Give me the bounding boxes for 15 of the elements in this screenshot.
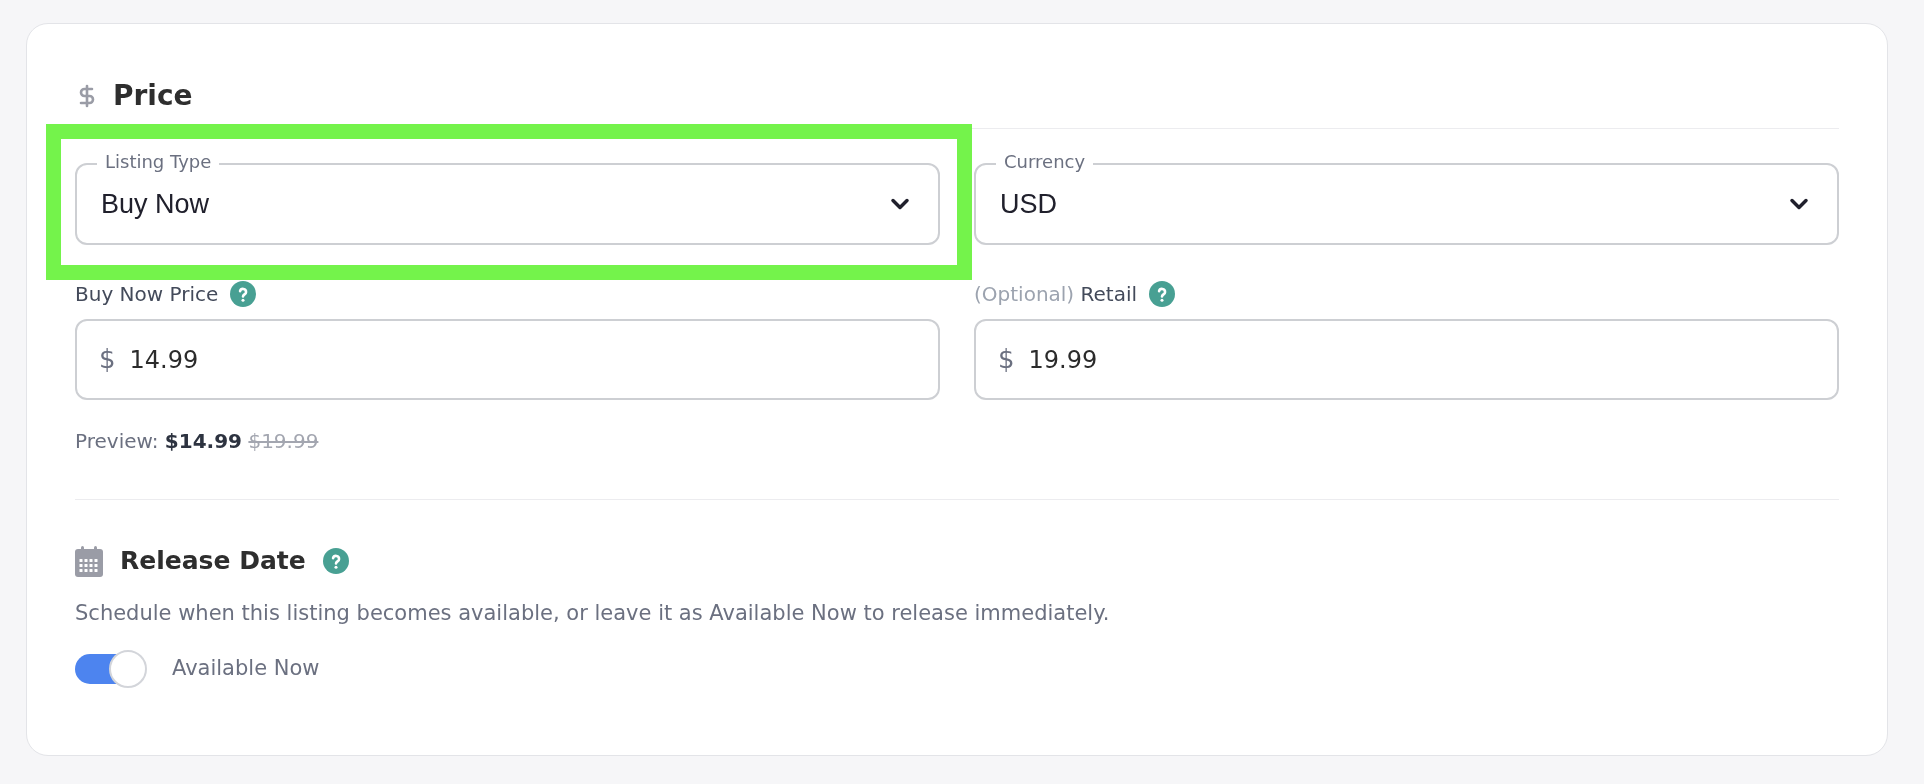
price-preview: Preview: $14.99 $19.99 xyxy=(75,429,319,453)
price-input[interactable]: $ 19.99 xyxy=(974,319,1839,400)
price-input[interactable]: $ 14.99 xyxy=(75,319,940,400)
help-icon[interactable] xyxy=(1149,281,1176,307)
toggle-label: Available Now xyxy=(172,655,320,683)
field-label: Listing Type xyxy=(97,151,220,173)
field-label: (Optional) Retail xyxy=(974,283,1138,305)
section-title: Price xyxy=(113,79,193,113)
field-label: Buy Now Price xyxy=(75,283,219,305)
section-description: Schedule when this listing becomes available, or leave it as Available Now to release immediately. xyxy=(75,600,1110,626)
section-title: Release Date xyxy=(120,545,306,577)
calendar-icon xyxy=(75,545,103,577)
help-icon[interactable] xyxy=(230,281,257,307)
help-icon[interactable] xyxy=(322,548,349,574)
toggle-switch[interactable] xyxy=(75,650,147,688)
